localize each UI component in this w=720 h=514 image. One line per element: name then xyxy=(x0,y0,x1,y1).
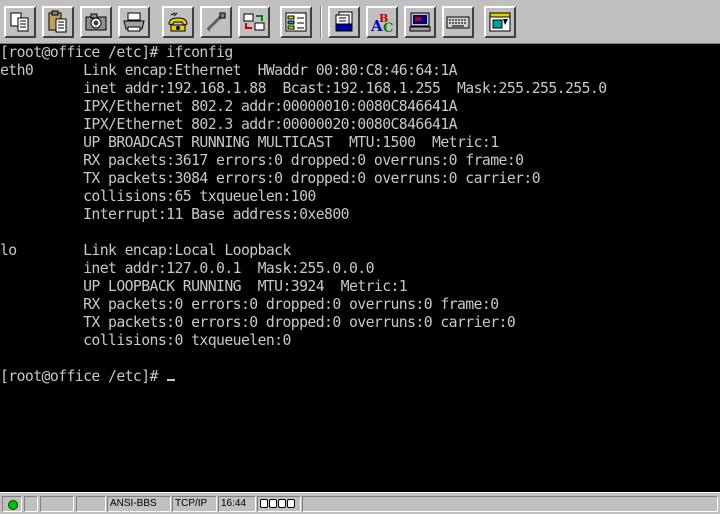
abc-spell-icon[interactable]: ABC xyxy=(366,6,398,38)
status-bar: ANSI-BBS TCP/IP 16:44 xyxy=(0,492,720,514)
terminal-line: UP BROADCAST RUNNING MULTICAST MTU:1500 … xyxy=(0,134,499,151)
hangup-icon[interactable] xyxy=(200,6,232,38)
connection-led-icon xyxy=(8,500,18,510)
terminal-line: collisions:65 txqueuelen:100 xyxy=(0,188,316,205)
connection-status xyxy=(2,496,22,512)
terminal-line: Interrupt:11 Base address:0xe800 xyxy=(0,206,349,223)
terminal-line: inet addr:192.168.1.88 Bcast:192.168.1.2… xyxy=(0,80,607,97)
terminal-line: IPX/Ethernet 802.2 addr:00000010:0080C84… xyxy=(0,98,457,115)
text-cursor xyxy=(167,379,176,381)
status-cell-empty xyxy=(76,496,106,512)
print-icon[interactable] xyxy=(118,6,150,38)
indicator-boxes-icon xyxy=(260,499,295,508)
protocol-status: TCP/IP xyxy=(172,496,217,512)
terminal-line: [root@office /etc]# ifconfig xyxy=(0,44,233,61)
paste-icon[interactable] xyxy=(42,6,74,38)
terminal-prompt-line: [root@office /etc]# xyxy=(0,368,176,386)
status-cell-empty xyxy=(40,496,74,512)
terminal-line: RX packets:0 errors:0 dropped:0 overruns… xyxy=(0,296,499,313)
transfer-icon[interactable] xyxy=(238,6,270,38)
svg-text:C: C xyxy=(383,21,393,34)
terminal-line: lo Link encap:Local Loopback xyxy=(0,242,291,259)
status-cell-empty xyxy=(24,496,38,512)
copy-icon[interactable] xyxy=(4,6,36,38)
keyboard-icon[interactable] xyxy=(442,6,474,38)
toolbar-separator xyxy=(320,6,322,38)
emulation-status: ANSI-BBS xyxy=(107,496,171,512)
terminal-prompt: [root@office /etc]# xyxy=(0,368,167,385)
terminal-line: RX packets:3617 errors:0 dropped:0 overr… xyxy=(0,152,524,169)
batch-icon[interactable] xyxy=(328,6,360,38)
settings-icon[interactable] xyxy=(280,6,312,38)
toolbar: ABC xyxy=(0,0,720,44)
terminal-line: TX packets:0 errors:0 dropped:0 overruns… xyxy=(0,314,516,331)
terminal-line: UP LOOPBACK RUNNING MTU:3924 Metric:1 xyxy=(0,278,408,295)
terminal-icon[interactable] xyxy=(404,6,436,38)
terminal-line: eth0 Link encap:Ethernet HWaddr 00:80:C8… xyxy=(0,62,458,79)
camera-icon[interactable] xyxy=(80,6,112,38)
terminal-screen[interactable]: [root@office /etc]# ifconfig eth0 Link e… xyxy=(0,44,720,492)
dial-phone-icon[interactable] xyxy=(162,6,194,38)
terminal-window: ABC [root@office /etc]# ifconfig eth0 Li… xyxy=(0,0,720,514)
status-cell-empty xyxy=(302,496,718,512)
terminal-line: IPX/Ethernet 802.3 addr:00000020:0080C84… xyxy=(0,116,457,133)
clock: 16:44 xyxy=(218,496,256,512)
terminal-line: TX packets:3084 errors:0 dropped:0 overr… xyxy=(0,170,541,187)
terminal-line: collisions:0 txqueuelen:0 xyxy=(0,332,291,349)
terminal-line: inet addr:127.0.0.1 Mask:255.0.0.0 xyxy=(0,260,374,277)
indicator-lights xyxy=(257,496,301,512)
close-window-icon[interactable] xyxy=(484,6,516,38)
